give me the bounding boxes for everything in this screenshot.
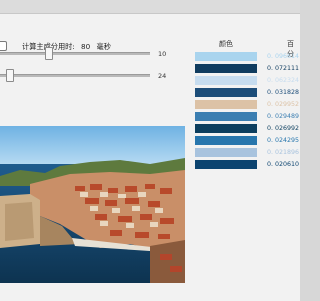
palette-swatch [195, 52, 257, 61]
slider-iterations[interactable]: 24 [0, 68, 175, 82]
palette-swatch [195, 64, 257, 73]
palette-percent: 0. 029952 [267, 101, 300, 108]
slider-components[interactable]: 10 [0, 46, 175, 60]
source-image [0, 126, 185, 283]
palette-swatch [195, 88, 257, 97]
palette-percent: 0. 062324 [267, 77, 300, 84]
color-column-header: 颜色 [219, 40, 233, 48]
palette-swatch [195, 100, 257, 109]
slider-thumb[interactable] [6, 69, 14, 82]
palette-swatch [195, 160, 257, 169]
slider-track [0, 74, 150, 77]
slider-value: 10 [158, 50, 167, 58]
palette-percent: 0. 024295 [267, 137, 300, 144]
palette-percent: 0. 029489 [267, 113, 300, 120]
palette-percent: 0. 096614 [267, 53, 300, 60]
title-bar [0, 0, 300, 13]
palette-percent: 0. 020610 [267, 161, 300, 168]
palette-percent: 0. 031828 [267, 89, 300, 96]
coastal-city-photo [0, 126, 185, 283]
palette-swatch [195, 124, 257, 133]
palette-swatch [195, 76, 257, 85]
slider-thumb[interactable] [45, 47, 53, 60]
palette-swatch [195, 112, 257, 121]
palette-percent: 0. 021896 [267, 149, 300, 156]
palette-swatch [195, 136, 257, 145]
slider-value: 24 [158, 72, 167, 80]
slider-track [0, 52, 150, 55]
palette-percent: 0. 026992 [267, 125, 300, 132]
app-window: 计算主成分用时: 80 毫秒 10 24 [0, 13, 300, 301]
palette-percent: 0. 072111 [267, 65, 300, 72]
palette-swatch [195, 148, 257, 157]
